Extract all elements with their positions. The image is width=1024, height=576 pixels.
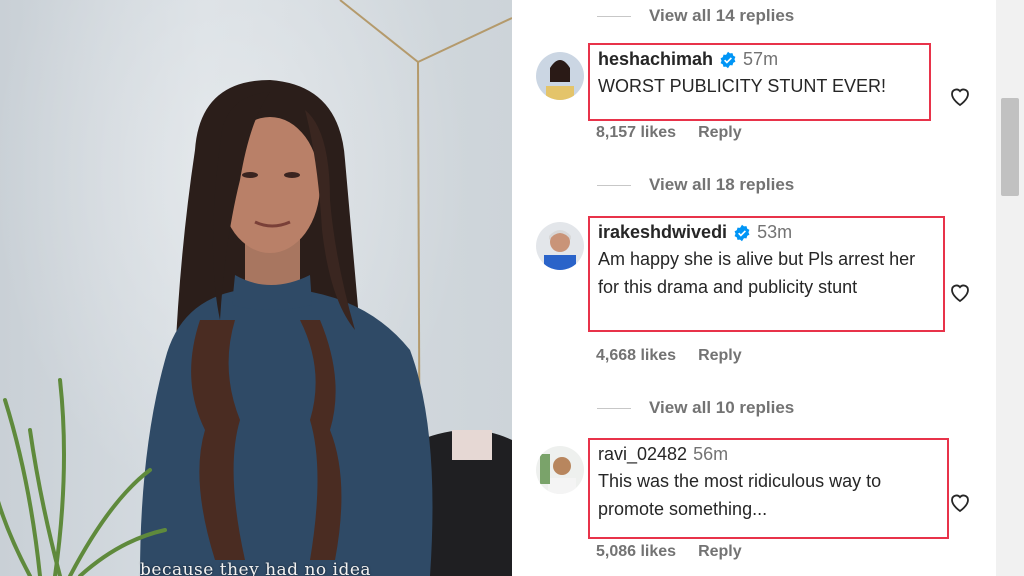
comment-time: 56m [693, 444, 729, 464]
like-count[interactable]: 4,668 likes [596, 347, 676, 365]
view-replies-label: View all 10 replies [649, 398, 795, 417]
comment-meta: 8,157 likes Reply [596, 124, 742, 142]
scrollbar[interactable] [996, 0, 1024, 576]
comment-meta: 5,086 likes Reply [596, 543, 742, 561]
divider-line [597, 15, 631, 17]
comment-time: 57m [743, 49, 779, 69]
comment-text: This was the most ridiculous way to prom… [598, 471, 882, 519]
view-replies-button[interactable]: View all 14 replies [597, 6, 794, 26]
like-count[interactable]: 5,086 likes [596, 543, 676, 561]
comment-highlight: heshachimah 57m WORST PUBLICITY STUNT EV… [588, 43, 931, 121]
reply-button[interactable]: Reply [698, 347, 742, 365]
comment-username[interactable]: heshachimah [598, 49, 713, 70]
scrollbar-thumb[interactable] [1001, 98, 1019, 196]
comment-text: WORST PUBLICITY STUNT EVER! [598, 76, 887, 96]
avatar[interactable] [536, 446, 584, 494]
divider-line [597, 407, 631, 409]
video-frame-illustration [0, 0, 512, 576]
comment-text: Am happy she is alive but Pls arrest her… [598, 249, 916, 297]
divider-line [597, 184, 631, 186]
comment-time: 53m [757, 222, 793, 242]
comments-panel: View all 14 replies heshachimah 57m WORS… [512, 0, 996, 576]
verified-badge-icon [720, 51, 736, 68]
heart-icon[interactable] [948, 490, 972, 514]
comment-username[interactable]: ravi_02482 [598, 444, 687, 465]
verified-badge-icon [734, 224, 750, 241]
comment-highlight: ravi_02482 56m This was the most ridicul… [588, 438, 949, 539]
video-caption: because they had no idea [140, 560, 372, 576]
avatar[interactable] [536, 222, 584, 270]
heart-icon[interactable] [948, 280, 972, 304]
view-replies-label: View all 18 replies [649, 175, 795, 194]
video-panel[interactable]: because they had no idea [0, 0, 512, 576]
like-count[interactable]: 8,157 likes [596, 124, 676, 142]
view-replies-button[interactable]: View all 10 replies [597, 398, 794, 418]
comment-username[interactable]: irakeshdwivedi [598, 222, 727, 243]
avatar[interactable] [536, 52, 584, 100]
view-replies-button[interactable]: View all 18 replies [597, 175, 794, 195]
view-replies-label: View all 14 replies [649, 6, 795, 25]
heart-icon[interactable] [948, 84, 972, 108]
comment-meta: 4,668 likes Reply [596, 347, 742, 365]
reply-button[interactable]: Reply [698, 124, 742, 142]
reply-button[interactable]: Reply [698, 543, 742, 561]
comment-highlight: irakeshdwivedi 53m Am happy she is alive… [588, 216, 945, 332]
